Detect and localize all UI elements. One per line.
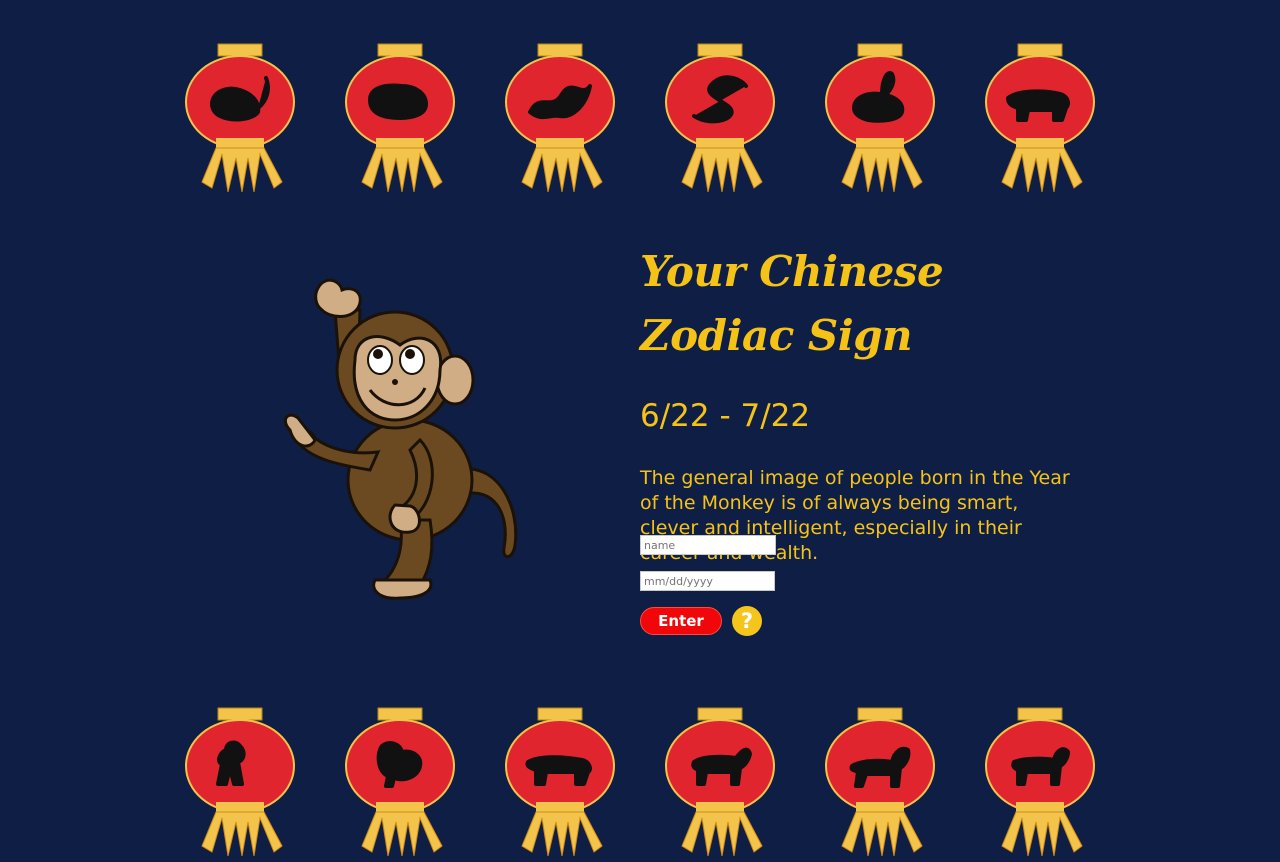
horse-lantern[interactable] [822, 706, 938, 856]
birthday-form: Enter ? [640, 535, 776, 636]
pig-icon [345, 43, 455, 192]
horse-icon [825, 707, 935, 856]
birthdate-input[interactable] [640, 571, 775, 591]
date-range: 6/22 - 7/22 [640, 398, 811, 434]
rabbit-icon [825, 43, 935, 192]
rat-icon [185, 43, 295, 192]
featured-monkey-illustration [270, 270, 530, 600]
pig-lantern[interactable] [342, 42, 458, 192]
ox-icon [985, 43, 1095, 192]
page-title: Your Chinese Zodiac Sign [640, 247, 944, 360]
ox-lantern[interactable] [982, 42, 1098, 192]
monkey-lantern[interactable] [182, 706, 298, 856]
dog-lantern[interactable] [982, 706, 1098, 856]
rat-lantern[interactable] [182, 42, 298, 192]
rooster-lantern[interactable] [342, 706, 458, 856]
goat-lantern[interactable] [662, 706, 778, 856]
name-input[interactable] [640, 535, 776, 555]
top-lantern-row [0, 42, 1280, 192]
dragon-lantern[interactable] [502, 42, 618, 192]
bottom-lantern-row [0, 706, 1280, 856]
goat-icon [665, 707, 775, 856]
monkey-icon [185, 707, 295, 856]
snake-lantern[interactable] [662, 42, 778, 192]
form-actions: Enter ? [640, 606, 776, 636]
monkey-icon [284, 278, 518, 600]
zodiac-info: Your Chinese Zodiac Sign 6/22 - 7/22 The… [640, 240, 1080, 566]
rooster-icon [345, 707, 455, 856]
help-icon[interactable]: ? [732, 606, 762, 636]
snake-icon [665, 43, 775, 192]
tiger-icon [505, 707, 615, 856]
enter-button[interactable]: Enter [640, 607, 722, 635]
rabbit-lantern[interactable] [822, 42, 938, 192]
dog-icon [985, 707, 1095, 856]
tiger-lantern[interactable] [502, 706, 618, 856]
dragon-icon [505, 43, 615, 192]
